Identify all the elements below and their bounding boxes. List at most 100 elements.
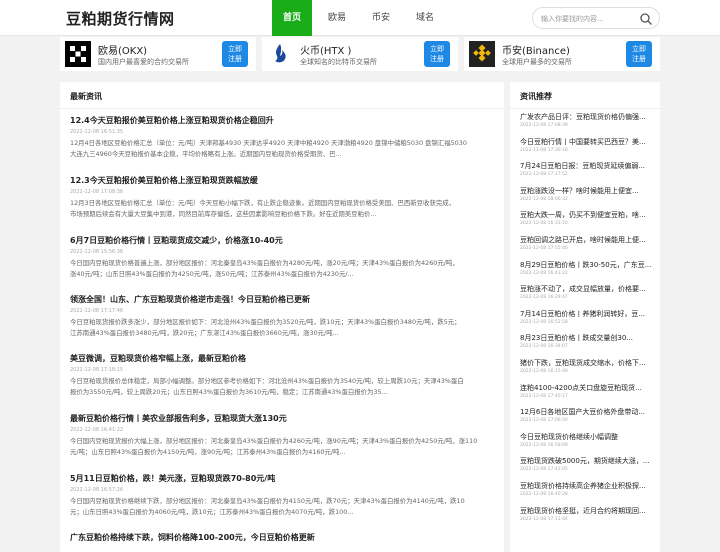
recommend-item: 今日豆粕现货价格继续小幅调整 2022-12-08 16:58:09 xyxy=(520,433,652,449)
recommend-title[interactable]: 豆粕涨不动了，成交显幅放量，价格要... xyxy=(520,285,652,294)
exchange-card-binance[interactable]: 币安(Binance) 全球用户最多的交易所 立即 注册 xyxy=(464,37,660,71)
recommend-item: 12月6日各地区国产大豆价格外盘带动... 2022-12-08 17:06:50 xyxy=(520,408,652,424)
recommend-title[interactable]: 豆粕现货价格坚挺，近月合约将期现回... xyxy=(520,507,652,516)
recommend-item: 7月24日豆粕日报：豆粕现货延续偏弱... 2022-12-08 17:17:52 xyxy=(520,162,652,178)
main-nav: 首页 欧易 币安 域名 xyxy=(272,0,450,36)
nav-domain[interactable]: 域名 xyxy=(406,0,444,36)
recommend-item: 7月14日豆粕价格丨养猪利润转好，豆... 2022-12-08 16:52:58 xyxy=(520,310,652,326)
htx-logo-icon xyxy=(267,41,293,67)
recommend-date: 2022-12-08 17:40:17 xyxy=(520,393,568,399)
nav-okx[interactable]: 欧易 xyxy=(318,0,356,36)
article-date: 2022-12-08 16:51:35 xyxy=(70,129,124,135)
recommend-title[interactable]: 猪价下跌，豆粕现货成交缩水，价格下... xyxy=(520,359,652,368)
recommend-title[interactable]: 豆粕涨跌没一样？啥时候能用上便宜... xyxy=(520,187,652,196)
article-item: 5月11日豆粕价格，跌！美元涨，豆粕现货跌70-80元/吨 2022-12-08… xyxy=(70,473,494,518)
summary-line: 12月4日各地区豆粕价格汇总（单位：元/吨）天津邦基4930 天津达孚4920 … xyxy=(70,139,467,147)
summary-line: 12月3日各地区豆粕价格汇总（单位：元/吨）今天豆粕小幅下跌，有止跌企稳迹象。近… xyxy=(70,199,456,207)
register-button-okx[interactable]: 立即 注册 xyxy=(222,41,248,67)
register-button-htx[interactable]: 立即 注册 xyxy=(424,41,450,67)
recommend-date: 2022-12-08 16:33:10 xyxy=(520,221,568,227)
recommend-date: 2022-12-08 16:58:09 xyxy=(520,442,568,448)
article-date: 2022-12-08 17:17:46 xyxy=(70,308,124,314)
nav-binance[interactable]: 币安 xyxy=(362,0,400,36)
article-title[interactable]: 最新豆粕价格行情丨美农业部报告利多，豆粕现货大涨130元 xyxy=(70,413,494,424)
binance-logo-icon xyxy=(469,41,495,67)
recommend-title[interactable]: 8月29日豆粕价格丨跌30-50元，广东豆... xyxy=(520,261,652,270)
recommend-item: 猪价下跌，豆粕现货成交缩水，价格下... 2022-12-08 16:15:49 xyxy=(520,359,652,375)
recommend-title[interactable]: 8月23日豆粕价格丨跌成交量创30... xyxy=(520,334,652,343)
article-date: 2022-12-08 15:56:36 xyxy=(70,249,124,255)
recommend-title[interactable]: 12月6日各地区国产大豆价格外盘带动... xyxy=(520,408,652,417)
nav-home[interactable]: 首页 xyxy=(272,0,313,36)
recommend-title[interactable]: 今日豆粕行情丨中国要转买巴西豆？美... xyxy=(520,138,652,147)
article-title[interactable]: 领涨全国！山东、广东豆粕现货价格逆市走强！今日豆粕价格已更新 xyxy=(70,294,494,305)
recommend-date: 2022-12-08 18:06:32 xyxy=(520,196,568,202)
search-icon[interactable] xyxy=(639,12,653,26)
recommend-title[interactable]: 今日豆粕现货价格继续小幅调整 xyxy=(520,433,652,442)
register-button-line2: 注册 xyxy=(632,55,646,63)
recommend-date: 2022-12-08 16:29:47 xyxy=(520,295,568,301)
summary-line: 市场预期后续会有大量大豆集中到港，同然目前库存偏低，这些因素影响豆粕价格下跌。好… xyxy=(70,210,377,218)
recommend-date: 2022-12-08 17:55:40 xyxy=(520,246,568,251)
recommend-date: 2022-12-08 17:06:50 xyxy=(520,418,568,424)
recommend-item: 豆粕现货跌破5000元，期货继续大涨，... 2022-12-08 17:42:0… xyxy=(520,457,652,473)
summary-line: 今日豆粕现货报价总体稳定，局部小幅调整。部分地区参考价格如下：河北沧州43%蛋白… xyxy=(70,377,464,385)
recommend-item: 豆粕涨跌没一样？啥时候能用上便宜... 2022-12-08 18:06:32 xyxy=(520,187,652,203)
search-input[interactable] xyxy=(541,11,641,26)
recommend-item: 豆粕现货价格坚挺，近月合约将期现回... 2022-12-08 17:11:44 xyxy=(520,507,652,523)
article-summary: 12月4日各地区豆粕价格汇总（单位：元/吨）天津邦基4930 天津达孚4920 … xyxy=(70,138,494,160)
summary-line: 今日国内豆粕现货价格继续下跌，部分地区报价：河北秦皇岛43%蛋白报价为4150元… xyxy=(70,497,465,505)
summary-line: 报价为3550元/吨，较上周跌20元；山东日照43%蛋白报价为3610元/吨，稳… xyxy=(70,388,388,396)
article-summary: 12月3日各地区豆粕价格汇总（单位：元/吨）今天豆粕小幅下跌，有止跌企稳迹象。近… xyxy=(70,198,494,220)
article-date: 2022-12-08 17:08:36 xyxy=(70,189,124,195)
section-title: 资讯推荐 xyxy=(520,92,552,101)
recommend-title[interactable]: 连粕4100-4200点关口盘旋豆粕现货... xyxy=(520,384,652,393)
article-title[interactable]: 12.4今天豆粕报价美豆粕价格上涨豆粕现货价格企稳回升 xyxy=(70,115,494,126)
exchange-name: 火币(HTX ) xyxy=(300,46,352,57)
article-item: 领涨全国！山东、广东豆粕现货价格逆市走强！今日豆粕价格已更新 2022-12-0… xyxy=(70,294,494,339)
recommend-title[interactable]: 豆粕大跌一周，仍买不到便宜豆粕，啥... xyxy=(520,211,652,220)
recommend-title[interactable]: 7月24日豆粕日报：豆粕现货延续偏弱... xyxy=(520,162,652,171)
article-item: 美豆微调，豆粕现货价格窄幅上涨，最新豆粕价格 2022-12-08 17:18:… xyxy=(70,353,494,398)
register-button-line1: 立即 xyxy=(430,45,444,53)
exchange-card-okx[interactable]: 欧易(OKX) 国内用户最喜爱的合约交易所 立即 注册 xyxy=(60,37,256,71)
recommend-title[interactable]: 7月14日豆粕价格丨养猪利润转好，豆... xyxy=(520,310,652,319)
recommend-title[interactable]: 豆粕现货跌破5000元，期货继续大涨，... xyxy=(520,457,652,466)
summary-line: 今日国内豆粕现货报价大幅上涨，部分地区报价：河北秦皇岛43%蛋白报价为4260元… xyxy=(70,437,478,445)
register-button-line1: 立即 xyxy=(228,45,242,53)
recommend-title[interactable]: 广发农产品日评：豆粕现货价格仍偏强... xyxy=(520,113,652,122)
article-title[interactable]: 美豆微调，豆粕现货价格窄幅上涨，最新豆粕价格 xyxy=(70,353,494,364)
article-summary: 今日国内豆粕现货报价大幅上涨，部分地区报价：河北秦皇岛43%蛋白报价为4260元… xyxy=(70,436,494,458)
recommend-date: 2022-12-08 16:52:58 xyxy=(520,319,568,325)
article-title[interactable]: 12.3今天豆粕报价美豆粕价格上涨豆粕现货跌幅放缓 xyxy=(70,175,494,186)
recommend-date: 2022-12-08 17:30:18 xyxy=(520,147,568,153)
recommend-date: 2022-12-08 17:08:39 xyxy=(520,123,568,128)
recommend-item: 豆粕大跌一周，仍买不到便宜豆粕，啥... 2022-12-08 16:33:10 xyxy=(520,211,652,227)
exchange-card-htx[interactable]: 火币(HTX ) 全球知名的比特币交易所 立即 注册 xyxy=(262,37,458,71)
site-logo[interactable]: 豆粕期货行情网 xyxy=(66,8,175,29)
article-item: 6月7日豆粕价格行情丨豆粕现货成交减少，价格涨10-40元 2022-12-08… xyxy=(70,235,494,280)
recommend-item: 豆粕涨不动了，成交显幅放量，价格要... 2022-12-08 16:29:47 xyxy=(520,285,652,301)
recommend-date: 2022-12-08 16:34:07 xyxy=(520,344,568,350)
recommend-item: 8月29日豆粕价格丨跌30-50元，广东豆... 2022-12-08 16:43… xyxy=(520,261,652,277)
article-title[interactable]: 5月11日豆粕价格，跌！美元涨，豆粕现货跌70-80元/吨 xyxy=(70,473,494,484)
register-button-line2: 注册 xyxy=(430,55,444,63)
article-title[interactable]: 6月7日豆粕价格行情丨豆粕现货成交减少，价格涨10-40元 xyxy=(70,235,494,246)
summary-line: 今日豆粕现货报价跌多涨少，部分地区报价如下：河北沧州43%蛋白报价为3520元/… xyxy=(70,318,461,326)
article-summary: 今日豆粕现货报价总体稳定，局部小幅调整。部分地区参考价格如下：河北沧州43%蛋白… xyxy=(70,376,494,398)
summary-line: 江苏南通43%蛋白报价3480元/吨，跌20元；广东湛江43%蛋白报价3660元… xyxy=(70,329,339,337)
divider xyxy=(510,108,660,109)
okx-logo-icon xyxy=(65,41,91,67)
article-date: 2022-12-08 16:41:22 xyxy=(70,427,124,433)
article-item: 广东豆粕价格持续下跌，饲料价格降100-200元，今日豆粕价格更新 xyxy=(70,532,494,543)
register-button-binance[interactable]: 立即 注册 xyxy=(626,41,652,67)
exchange-cards: 欧易(OKX) 国内用户最喜爱的合约交易所 立即 注册 火币(HTX ) 全球知… xyxy=(60,36,660,72)
recommend-item: 连粕4100-4200点关口盘旋豆粕现货... 2022-12-08 17:40:… xyxy=(520,384,652,400)
article-item: 12.3今天豆粕报价美豆粕价格上涨豆粕现货跌幅放缓 2022-12-08 17:… xyxy=(70,175,494,220)
summary-line: 涨40元/吨；山东日照43%蛋白报价为4250元/吨，涨50元/吨；江苏泰州43… xyxy=(70,270,354,278)
register-button-line1: 立即 xyxy=(632,45,646,53)
recommend-title[interactable]: 豆粕现货价格持续高企养猪企业积极探... xyxy=(520,482,652,491)
article-title[interactable]: 广东豆粕价格持续下跌，饲料价格降100-200元，今日豆粕价格更新 xyxy=(70,532,494,543)
recommend-title[interactable]: 豆粕回调之路已开启，啥时候能用上便... xyxy=(520,236,652,245)
register-button-line2: 注册 xyxy=(228,55,242,63)
